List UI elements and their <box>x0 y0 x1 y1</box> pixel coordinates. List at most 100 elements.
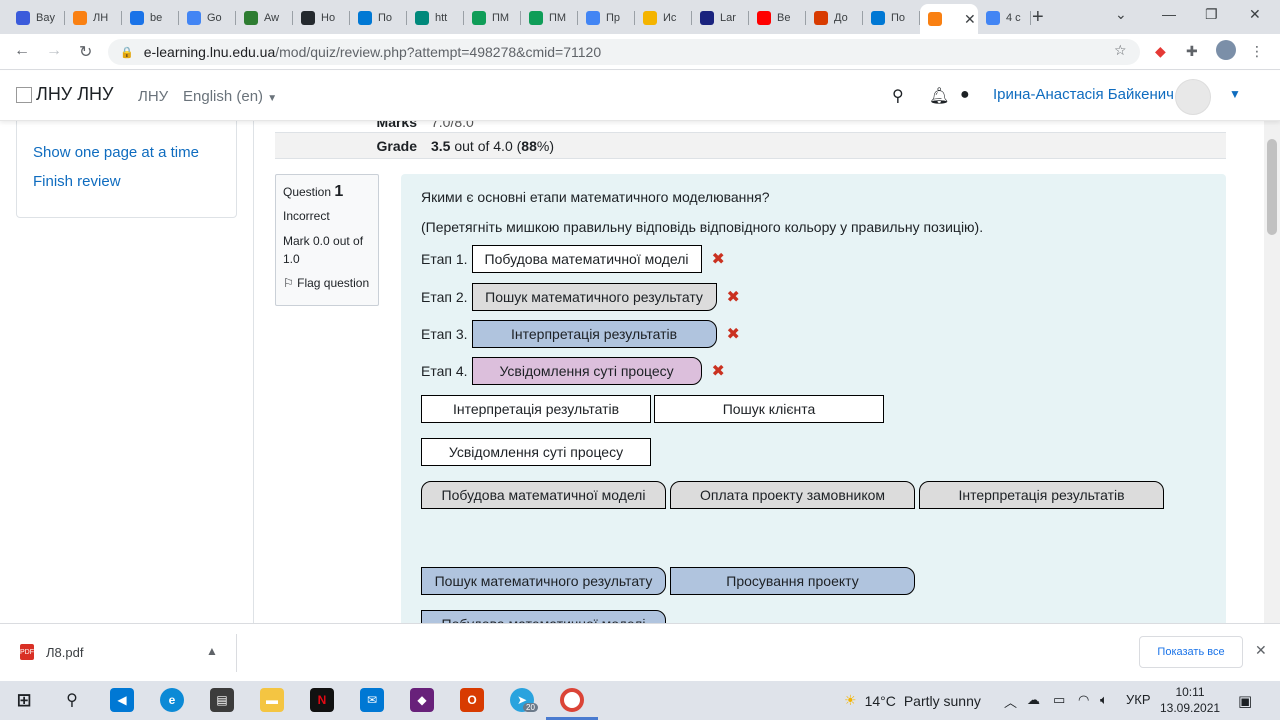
show-one-page-link[interactable]: Show one page at a time <box>33 144 199 161</box>
browser-tab[interactable]: htt <box>407 4 464 32</box>
user-avatar[interactable] <box>1175 79 1211 115</box>
question-number-value: 1 <box>334 183 344 200</box>
browser-tab[interactable]: ЛН <box>65 4 122 32</box>
stage-row-2: Етап 2. Пошук математичного результату ✖ <box>421 283 740 311</box>
browser-tab[interactable]: Aw <box>236 4 293 32</box>
input-language[interactable]: УКР <box>1126 692 1151 707</box>
edge-icon[interactable]: e <box>160 688 184 712</box>
messages-icon[interactable]: ● <box>960 86 970 104</box>
temperature: 14°C <box>864 692 896 709</box>
browser-tab[interactable]: Be <box>749 4 806 32</box>
new-tab-button[interactable]: + <box>1032 6 1044 29</box>
tab-label: Go <box>207 12 222 24</box>
language-menu[interactable]: English (en) ▼ <box>183 88 277 105</box>
windows-start-icon[interactable]: ⊞ <box>12 688 36 712</box>
lock-icon: 🔒 <box>120 46 134 59</box>
office-icon[interactable]: O <box>460 688 484 712</box>
reload-icon[interactable]: ↻ <box>79 42 92 62</box>
browser-tab[interactable]: be <box>122 4 179 32</box>
bookmark-star-icon[interactable]: ☆ <box>1114 42 1127 59</box>
drop-zone-1[interactable]: Побудова математичної моделі <box>471 245 702 273</box>
address-bar[interactable]: 🔒 e-learning.lnu.edu.ua/mod/quiz/review.… <box>108 39 1140 65</box>
grade-points: 3.5 <box>431 137 451 154</box>
drag-choice[interactable]: Просування проекту <box>670 567 915 595</box>
incorrect-icon: ✖ <box>726 326 740 343</box>
drag-choice[interactable]: Інтерпретація результатів <box>421 395 651 423</box>
browser-tab[interactable]: 4 с <box>978 4 1031 32</box>
browser-tab[interactable]: ПМ <box>464 4 521 32</box>
mail-icon[interactable]: ✉ <box>360 688 384 712</box>
drag-choice[interactable]: Оплата проекту замовником <box>670 481 915 509</box>
chrome-icon[interactable] <box>560 688 584 712</box>
notifications-bell-icon[interactable]: 🔔︎ <box>929 86 949 106</box>
scrollbar-thumb[interactable] <box>1267 139 1277 235</box>
browser-tab[interactable]: Bay <box>8 4 65 32</box>
drag-choice[interactable]: Усвідомлення суті процесу <box>421 438 651 466</box>
browser-tab[interactable]: ПМ <box>521 4 578 32</box>
notifications-center-icon[interactable]: ▣ <box>1238 692 1252 710</box>
question-number: Question 1 <box>283 183 371 201</box>
drag-choice[interactable]: Побудова математичної моделі <box>421 610 666 623</box>
search-icon <box>16 11 30 25</box>
user-menu-name[interactable]: Ірина-Анастасія Байкенич <box>993 86 1174 103</box>
browser-tab[interactable]: До <box>806 4 863 32</box>
netflix-icon[interactable]: N <box>310 688 334 712</box>
file-explorer-icon[interactable]: ▬ <box>260 688 284 712</box>
drop-zone-2[interactable]: Пошук математичного результату <box>471 283 717 311</box>
close-downloads-icon[interactable]: ✕ <box>1255 642 1267 659</box>
forward-icon[interactable]: → <box>46 42 62 60</box>
finish-review-link[interactable]: Finish review <box>33 173 121 190</box>
store-icon[interactable]: ▤ <box>210 688 234 712</box>
onedrive-icon[interactable]: ☁ <box>1027 692 1040 708</box>
question-state: Incorrect <box>283 209 330 223</box>
extensions-puzzle-icon[interactable]: ✚ <box>1186 43 1198 60</box>
minimize-icon[interactable]: — <box>1162 6 1176 22</box>
volume-icon[interactable]: 🔈︎ <box>1100 692 1108 708</box>
drag-choice[interactable]: Побудова математичної моделі <box>421 481 666 509</box>
vscode-icon[interactable]: ◀ <box>110 688 134 712</box>
show-all-downloads-button[interactable]: Показать все <box>1139 636 1243 668</box>
weather-widget[interactable]: ☀ 14°C Partly sunny <box>844 692 981 709</box>
site-brand[interactable]: ЛНУ ЛНУ <box>16 84 114 105</box>
tab-label: 4 с <box>1006 12 1021 24</box>
drag-choice[interactable]: Пошук математичного результату <box>421 567 666 595</box>
back-icon[interactable]: ← <box>14 42 30 60</box>
browser-tab[interactable]: ✕ <box>920 4 978 34</box>
chrome-menu-icon[interactable]: ⋮ <box>1250 43 1264 60</box>
tab-search-icon[interactable]: ⌄ <box>1115 6 1127 23</box>
browser-tab[interactable]: Ис <box>635 4 692 32</box>
tray-chevron-icon[interactable]: ︿ <box>1004 692 1017 711</box>
stage-label: Етап 2. <box>421 289 468 305</box>
visual-studio-icon[interactable]: ◆ <box>410 688 434 712</box>
browser-tab[interactable]: Lar <box>692 4 749 32</box>
drag-choice[interactable]: Інтерпретація результатів <box>919 481 1164 509</box>
extension-icon[interactable]: ◆ <box>1155 43 1166 60</box>
taskbar-search-icon[interactable]: ⚲ <box>60 688 84 712</box>
close-tab-icon[interactable]: ✕ <box>964 11 976 28</box>
browser-tab[interactable]: По <box>350 4 407 32</box>
browser-tab[interactable]: Ho <box>293 4 350 32</box>
tab-label: Ho <box>321 12 336 24</box>
wifi-icon[interactable]: ◠ <box>1078 692 1089 708</box>
close-window-icon[interactable]: ✕ <box>1249 6 1261 23</box>
incorrect-icon: ✖ <box>711 363 725 380</box>
profile-avatar-icon[interactable] <box>1216 40 1236 60</box>
stage-row-3: Етап 3. Інтерпретація результатів ✖ <box>421 320 740 348</box>
network-icon[interactable]: ▭ <box>1053 692 1065 708</box>
user-menu-caret-icon[interactable]: ▼ <box>1229 87 1241 101</box>
drop-zone-4[interactable]: Усвідомлення суті процесу <box>471 357 702 385</box>
flag-question-link[interactable]: ⚐ Flag question <box>283 276 371 290</box>
browser-tab[interactable]: Go <box>179 4 236 32</box>
download-item[interactable]: PDF Л8.pdf <box>20 644 83 660</box>
nav-home-link[interactable]: ЛНУ <box>138 88 168 105</box>
page-scrollbar[interactable] <box>1264 121 1280 623</box>
taskbar-clock[interactable]: 10:11 13.09.2021 <box>1160 684 1220 716</box>
restore-icon[interactable]: ❐ <box>1205 6 1218 23</box>
sheets-icon <box>529 11 543 25</box>
drag-choice[interactable]: Пошук клієнта <box>654 395 884 423</box>
drop-zone-3[interactable]: Інтерпретація результатів <box>471 320 717 348</box>
search-icon[interactable]: ⚲ <box>892 86 904 106</box>
download-options-caret-icon[interactable]: ▲ <box>206 644 218 658</box>
browser-tab[interactable]: По <box>863 4 920 32</box>
browser-tab[interactable]: Пр <box>578 4 635 32</box>
